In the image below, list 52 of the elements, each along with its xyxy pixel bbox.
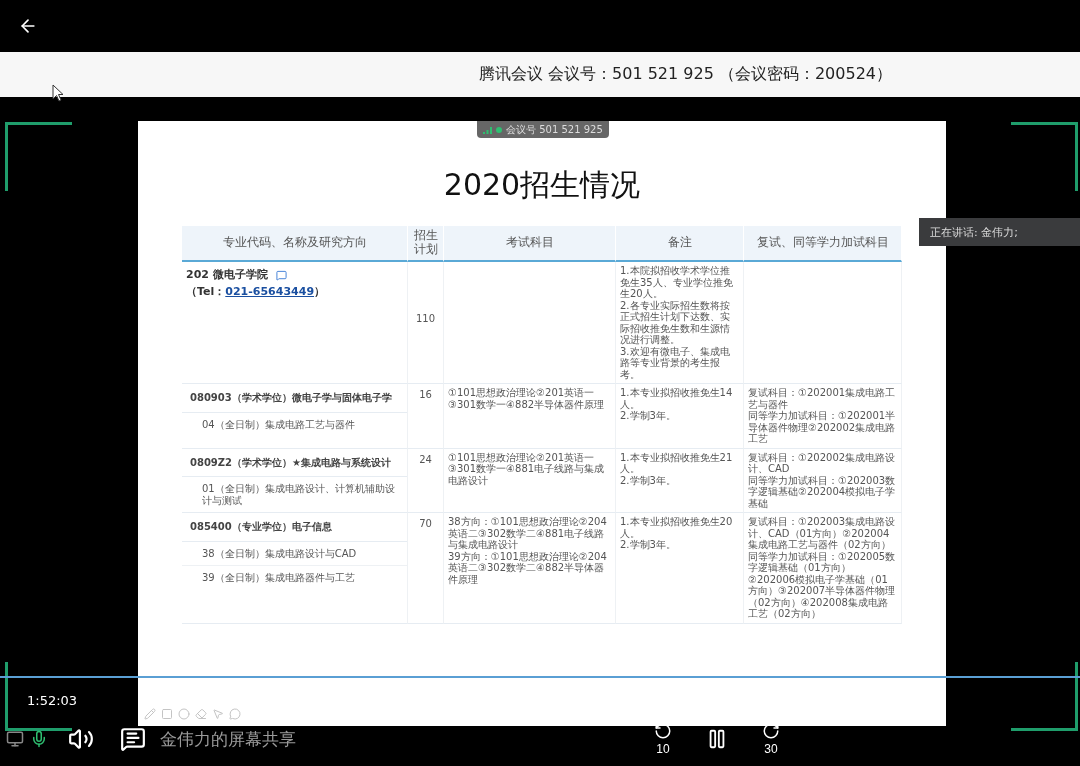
pointer-icon[interactable] [212,708,224,720]
column-header: 复试、同等学力加试科目 [744,226,902,262]
slide-title: 2020招生情况 [443,166,641,204]
table-cell: ①101思想政治理论②201英语一③301数学一④882半导体器件原理 [444,384,616,449]
frame-corner [1011,122,1078,191]
signal-icon [483,125,492,134]
microphone-icon [30,730,48,748]
research-direction: 38（全日制）集成电路设计与CAD [182,541,407,566]
quota-text: 110 [415,313,436,325]
department-name: 202 微电子学院 [186,269,403,282]
contact-text: （Tel：021-65643449） [186,285,327,299]
frame-corner [5,122,72,191]
rectangle-icon[interactable] [161,708,173,720]
major-name: 080903（学术学位）微电子学与固体电子学 [182,384,407,413]
table-cell: 复试科目：①202003集成电路设计、CAD（01方向）②202004集成电路工艺与器件（02方向） 同等学力加试科目：①202005数字逻辑基础（01方向）②202006模拟电子学基础（01方向）③202007半导体器件物理（02方向）④202008集成电路工艺（02方向） [744,513,902,624]
table-cell: 1.本专业拟招收推免生20人。 2.学制3年。 [616,513,744,624]
table-cell: 1.本专业拟招收推免生21人。 2.学制3年。 [616,448,744,513]
comment-icon [275,269,287,281]
table-cell: 38方向：①101思想政治理论②204英语二③302数学二④881电子线路与集成电路设计 39方向：①101思想政治理论②204英语二③302数学二④882半导体器件原理 [444,513,616,624]
major-name: 0809Z2（学术学位）★集成电路与系统设计 [182,448,407,477]
table-cell: 1.本院拟招收学术学位推免生35人、专业学位推免生20人。 2.各专业实际招生数将按正式招生计划下达数、实际招收推免生数和生源情况进行调整。 3.欢迎有微电子、集成电路等专业背景的考生报考。 [616,262,744,384]
comment-icon[interactable] [229,708,241,720]
table-cell: 复试科目：①202001集成电路工艺与器件 同等学力加试科目：①202001半导体器件物理②202002集成电路工艺 [744,384,902,449]
table-cell: 24 [408,448,444,513]
table-cell: 70 [408,513,444,624]
captions-icon[interactable] [120,726,146,752]
major-name: 085400（专业学位）电子信息 [182,513,407,542]
column-header: 招生计划 [408,226,444,262]
speaker-tooltip: 正在讲话: 金伟力; [919,218,1080,246]
table-cell: 16 [408,384,444,449]
volume-icon[interactable] [68,726,94,752]
research-direction: 39（全日制）集成电路器件与工艺 [201,571,356,585]
screen-share-icon [6,730,24,748]
circle-icon[interactable] [178,708,190,720]
phone-link[interactable]: 021-65643449 [225,284,315,298]
column-header: 专业代码、名称及研究方向 [182,226,408,262]
column-header: 备注 [616,226,744,262]
research-direction: 04（全日制）集成电路工艺与器件 [201,417,356,432]
meeting-info: 腾讯会议 会议号：501 521 925 （会议密码：200524） [478,64,892,85]
column-header: 考试科目 [444,226,616,262]
playback-time: 1:52:03 [27,693,78,708]
research-direction: 01（全日制）集成电路设计、计算机辅助设计与测试 [201,482,396,508]
skip-forward-button[interactable]: 30 [758,722,784,756]
meeting-badge: 会议号 501 521 925 [477,121,609,138]
pen-icon[interactable] [144,708,156,720]
share-label: 金伟力的屏幕共享 [160,727,296,751]
table-cell: 复试科目：①202002集成电路设计、CAD 同等学力加试科目：①202003数字逻辑基础②202004模拟电子学基础 [744,448,902,513]
table-cell: 1.本专业拟招收推免生14人。 2.学制3年。 [616,384,744,449]
status-icon [496,126,502,133]
skip-back-button[interactable]: 10 [650,722,676,756]
table-cell: ①101思想政治理论②201英语一③301数学一④881电子线路与集成电路设计 [444,448,616,513]
eraser-icon[interactable] [195,708,207,720]
